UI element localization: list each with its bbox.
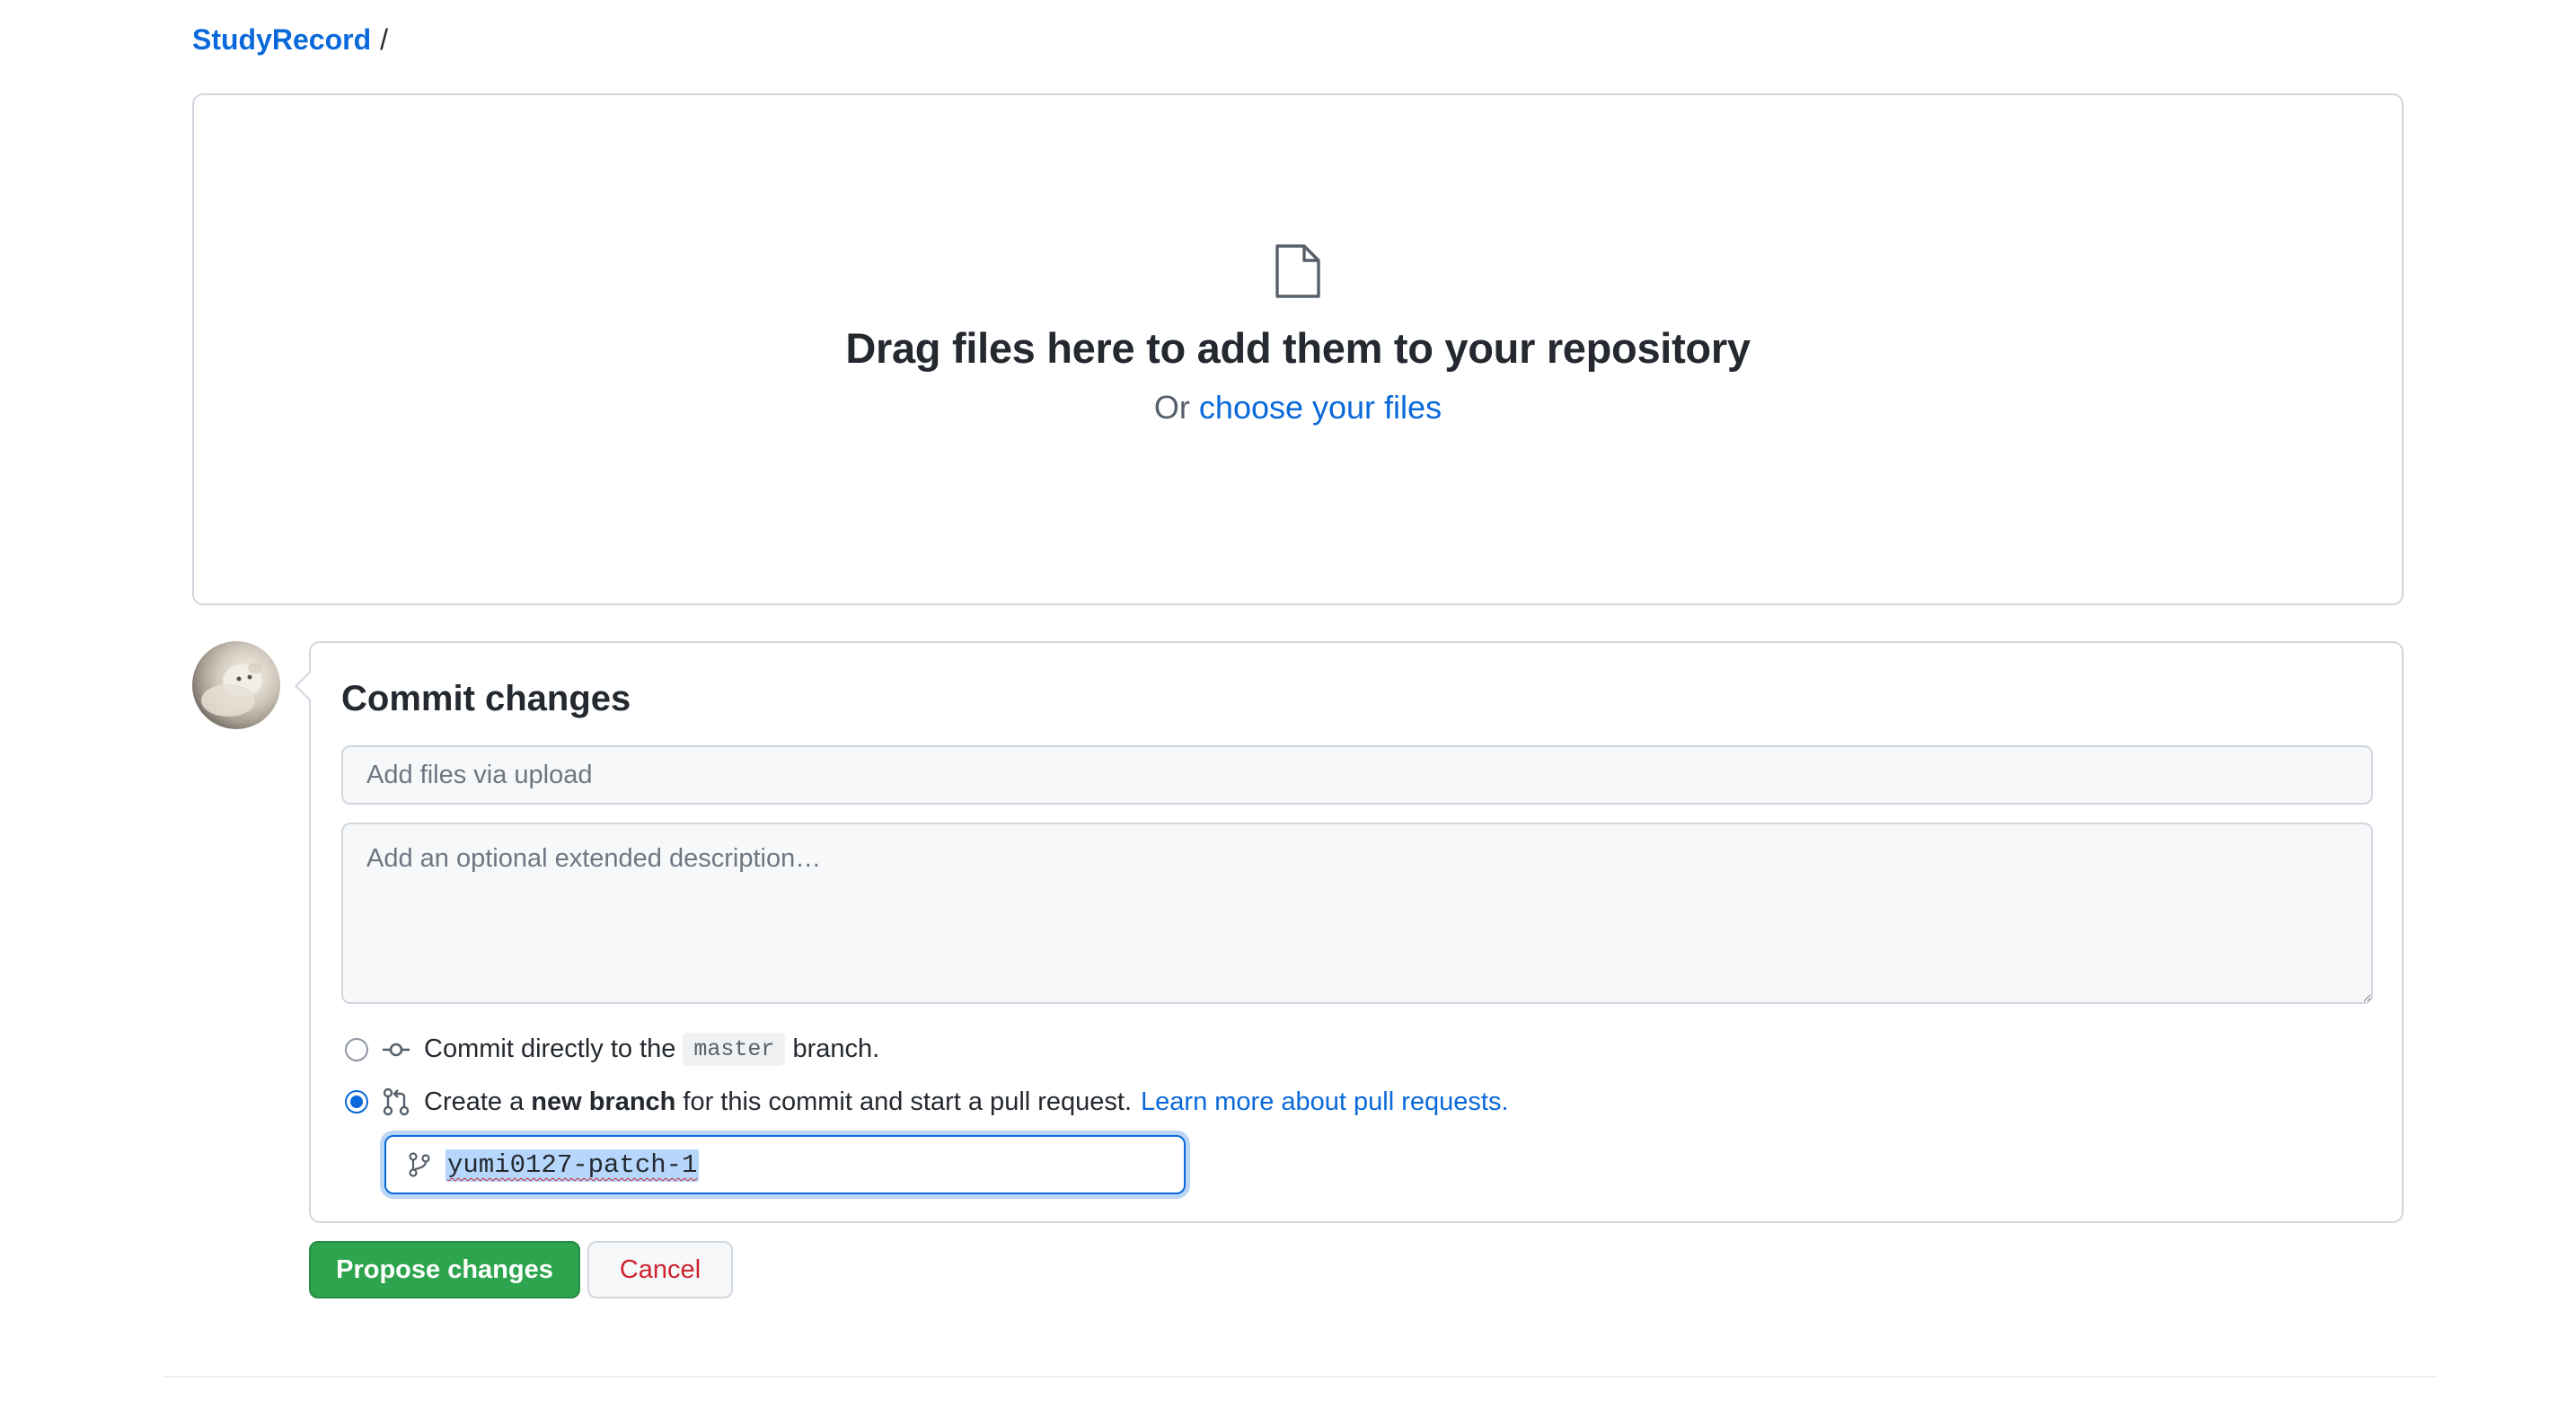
commit-direct-text-end: branch. (792, 1034, 880, 1063)
choose-files-link[interactable]: choose your files (1199, 389, 1442, 426)
branch-name-field[interactable]: yumi0127-patch-1 (384, 1135, 1186, 1194)
file-dropzone[interactable]: Drag files here to add them to your repo… (192, 93, 2404, 605)
commit-direct-option[interactable]: Commit directly to the master branch. (345, 1033, 879, 1066)
commit-direct-text: Commit directly to the (424, 1034, 676, 1063)
cat-avatar-image (201, 663, 262, 717)
commit-changes-box: Commit changes Commit directly to the ma… (309, 641, 2404, 1223)
new-branch-text-start: Create a (424, 1087, 525, 1116)
footer-divider (163, 1376, 2436, 1377)
avatar (192, 641, 280, 729)
new-branch-radio[interactable] (345, 1090, 368, 1113)
or-text: Or (1153, 389, 1190, 426)
git-commit-icon (383, 1043, 410, 1056)
git-pull-request-icon (383, 1087, 410, 1116)
file-icon (1275, 244, 1320, 298)
breadcrumb-separator: / (380, 23, 389, 56)
breadcrumb: StudyRecord / (192, 20, 388, 59)
master-branch-label: master (683, 1033, 786, 1066)
propose-changes-button[interactable]: Propose changes (309, 1241, 580, 1298)
dropzone-headline: Drag files here to add them to your repo… (845, 324, 1751, 372)
learn-more-pull-requests-link[interactable]: Learn more about pull requests. (1141, 1087, 1508, 1117)
git-branch-icon (409, 1152, 430, 1177)
upload-files-page: StudyRecord / Drag files here to add the… (0, 0, 2576, 1417)
commit-title: Commit changes (341, 679, 631, 718)
cancel-button[interactable]: Cancel (587, 1241, 733, 1298)
new-branch-bold: new branch (531, 1087, 676, 1116)
dropzone-subtext: Or choose your files (1154, 389, 1442, 427)
repo-link[interactable]: StudyRecord (192, 20, 371, 59)
commit-summary-input[interactable] (341, 745, 2373, 805)
commit-description-input[interactable] (341, 823, 2373, 1004)
new-branch-text-end: for this commit and start a pull request… (683, 1087, 1133, 1116)
new-branch-option[interactable]: Create a new branch for this commit and … (345, 1087, 1509, 1117)
commit-direct-radio[interactable] (345, 1037, 368, 1061)
branch-name-value[interactable]: yumi0127-patch-1 (446, 1149, 700, 1182)
